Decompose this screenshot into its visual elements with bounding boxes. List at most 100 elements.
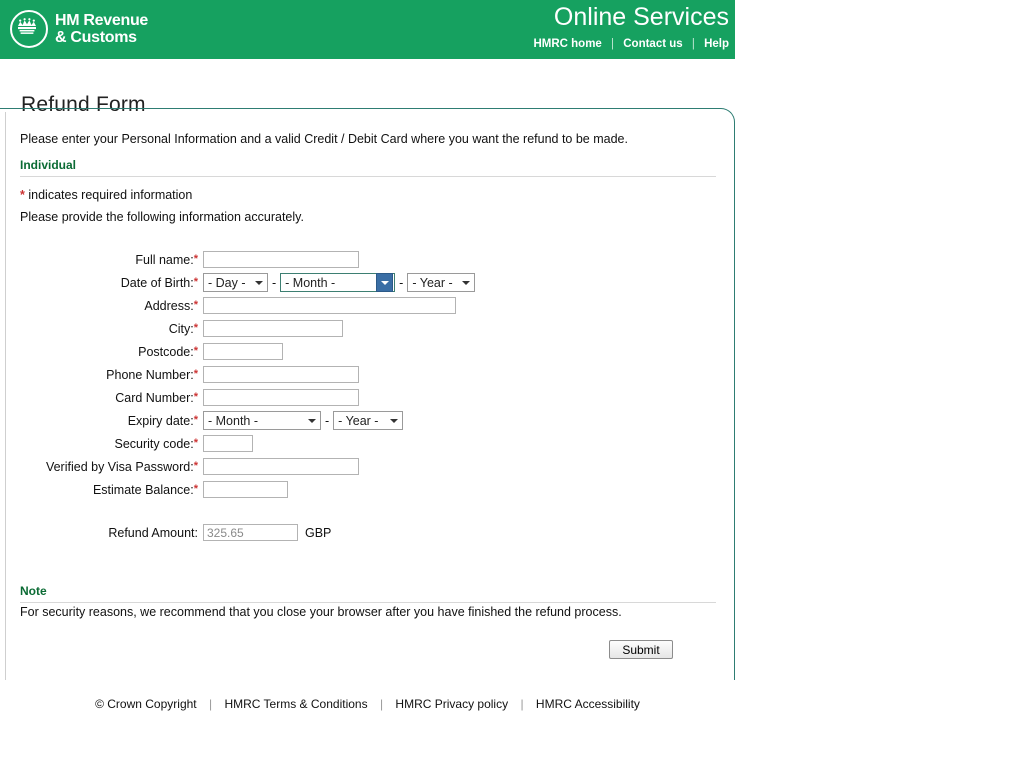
- required-asterisk: *: [193, 436, 198, 449]
- controls-city: [203, 320, 343, 337]
- label-text: Full name:: [135, 252, 194, 267]
- verified-by-visa-password-input[interactable]: [203, 458, 359, 475]
- controls-refund-amount: GBP: [203, 524, 331, 541]
- form-row-security-code: Security code:*: [0, 432, 735, 455]
- expiry-year-select[interactable]: - Year -: [333, 411, 404, 430]
- footer-link-privacy-policy[interactable]: HMRC Privacy policy: [395, 697, 508, 711]
- form-row-verified-by-visa-password: Verified by Visa Password:*: [0, 455, 735, 478]
- group-separator: -: [399, 275, 404, 290]
- refund-amount-currency: GBP: [305, 525, 332, 540]
- form-row-postcode: Postcode:*: [0, 340, 735, 363]
- section-divider-note: [20, 602, 716, 603]
- address-input[interactable]: [203, 297, 456, 314]
- label-text: City:: [168, 321, 194, 336]
- controls-phone-number: [203, 366, 359, 383]
- controls-estimate-balance: [203, 481, 288, 498]
- refund-amount-input[interactable]: [203, 524, 298, 541]
- footer-separator: |: [520, 697, 524, 711]
- dob-month-select[interactable]: - Month -: [280, 273, 396, 292]
- label-address: Address:*: [0, 299, 198, 313]
- note-text: For security reasons, we recommend that …: [20, 605, 622, 619]
- footer-link-terms-conditions[interactable]: HMRC Terms & Conditions: [224, 697, 367, 711]
- controls-full-name: [203, 251, 359, 268]
- controls-date-of-birth: - Day - - - Month - - - Year -: [203, 273, 476, 292]
- label-text: Verified by Visa Password:: [45, 459, 194, 474]
- card-number-input[interactable]: [203, 389, 359, 406]
- expiry-month-select[interactable]: - Month -: [203, 411, 321, 430]
- section-divider-individual: [20, 176, 716, 177]
- section-heading-individual: Individual: [20, 158, 77, 172]
- label-postcode: Postcode:*: [0, 345, 198, 359]
- footer-separator: |: [208, 697, 213, 711]
- postcode-input[interactable]: [203, 343, 283, 360]
- label-text: Expiry date:: [127, 413, 194, 428]
- logo-line-1: HM Revenue: [55, 12, 149, 29]
- form-row-expiry-date: Expiry date:* - Month - - - Year -: [0, 409, 735, 432]
- form-row-refund-amount: Refund Amount: GBP: [0, 521, 735, 544]
- form-row-address: Address:*: [0, 294, 735, 317]
- chevron-down-icon: [251, 274, 266, 291]
- required-asterisk: *: [193, 482, 198, 495]
- required-information-note: * indicates required information: [20, 188, 192, 202]
- phone-number-input[interactable]: [203, 366, 359, 383]
- label-card-number: Card Number:*: [0, 391, 198, 405]
- footer-copyright: © Crown Copyright: [95, 697, 197, 711]
- header-nav: HMRC home | Contact us | Help: [533, 38, 729, 50]
- security-code-input[interactable]: [203, 435, 253, 452]
- online-services-title: Online Services: [553, 3, 729, 31]
- full-name-input[interactable]: [203, 251, 359, 268]
- controls-security-code: [203, 435, 253, 452]
- accuracy-note: Please provide the following information…: [20, 210, 304, 224]
- logo-line-2: & Customs: [55, 29, 137, 46]
- nav-link-contact-us[interactable]: Contact us: [623, 38, 682, 50]
- label-expiry-date: Expiry date:*: [0, 414, 198, 428]
- crown-icon: [10, 10, 48, 48]
- hmrc-logo: HM Revenue & Customs: [10, 10, 148, 48]
- required-asterisk: *: [193, 390, 198, 403]
- nav-link-help[interactable]: Help: [704, 38, 729, 50]
- controls-address: [203, 297, 456, 314]
- controls-verified-by-visa-password: [203, 458, 359, 475]
- required-asterisk: *: [193, 275, 198, 288]
- required-asterisk: *: [193, 321, 198, 334]
- expiry-year-value: - Year -: [338, 413, 379, 428]
- chevron-down-icon: [376, 273, 394, 292]
- label-text: Card Number:: [115, 390, 194, 405]
- label-city: City:*: [0, 322, 198, 336]
- label-text: Date of Birth:: [120, 275, 194, 290]
- dob-day-value: - Day -: [208, 275, 246, 290]
- estimate-balance-input[interactable]: [203, 481, 288, 498]
- footer-link-accessibility[interactable]: HMRC Accessibility: [536, 697, 640, 711]
- group-separator: -: [325, 413, 330, 428]
- label-text: Address:: [144, 298, 194, 313]
- label-text: Estimate Balance:: [92, 482, 194, 497]
- form-row-estimate-balance: Estimate Balance:*: [0, 478, 735, 501]
- dob-day-select[interactable]: - Day -: [203, 273, 268, 292]
- form-row-full-name: Full name:*: [0, 248, 735, 271]
- hmrc-logo-text: HM Revenue & Customs: [55, 12, 148, 46]
- dob-year-select[interactable]: - Year -: [407, 273, 476, 292]
- city-input[interactable]: [203, 320, 343, 337]
- nav-link-hmrc-home[interactable]: HMRC home: [533, 38, 601, 50]
- refund-form: Full name:* Date of Birth:* - Day - - - …: [0, 248, 735, 544]
- label-phone-number: Phone Number:*: [0, 368, 198, 382]
- label-text: Postcode:: [138, 344, 194, 359]
- controls-card-number: [203, 389, 359, 406]
- required-asterisk: *: [193, 344, 198, 357]
- submit-button[interactable]: Submit: [609, 640, 673, 659]
- footer-separator: |: [379, 697, 384, 711]
- dob-month-value: - Month -: [285, 275, 336, 290]
- expiry-month-value: - Month -: [208, 413, 259, 428]
- controls-expiry-date: - Month - - - Year -: [203, 411, 404, 430]
- required-asterisk: *: [193, 252, 198, 265]
- label-text: Refund Amount:: [108, 525, 198, 540]
- form-row-phone-number: Phone Number:*: [0, 363, 735, 386]
- label-text: Phone Number:: [106, 367, 194, 382]
- site-header-banner: HM Revenue & Customs Online Services HMR…: [0, 0, 735, 59]
- label-full-name: Full name:*: [0, 253, 198, 267]
- required-asterisk: *: [193, 413, 198, 426]
- nav-separator: |: [691, 38, 695, 50]
- section-heading-note: Note: [20, 584, 47, 598]
- form-row-card-number: Card Number:*: [0, 386, 735, 409]
- required-note-text: indicates required information: [28, 188, 193, 202]
